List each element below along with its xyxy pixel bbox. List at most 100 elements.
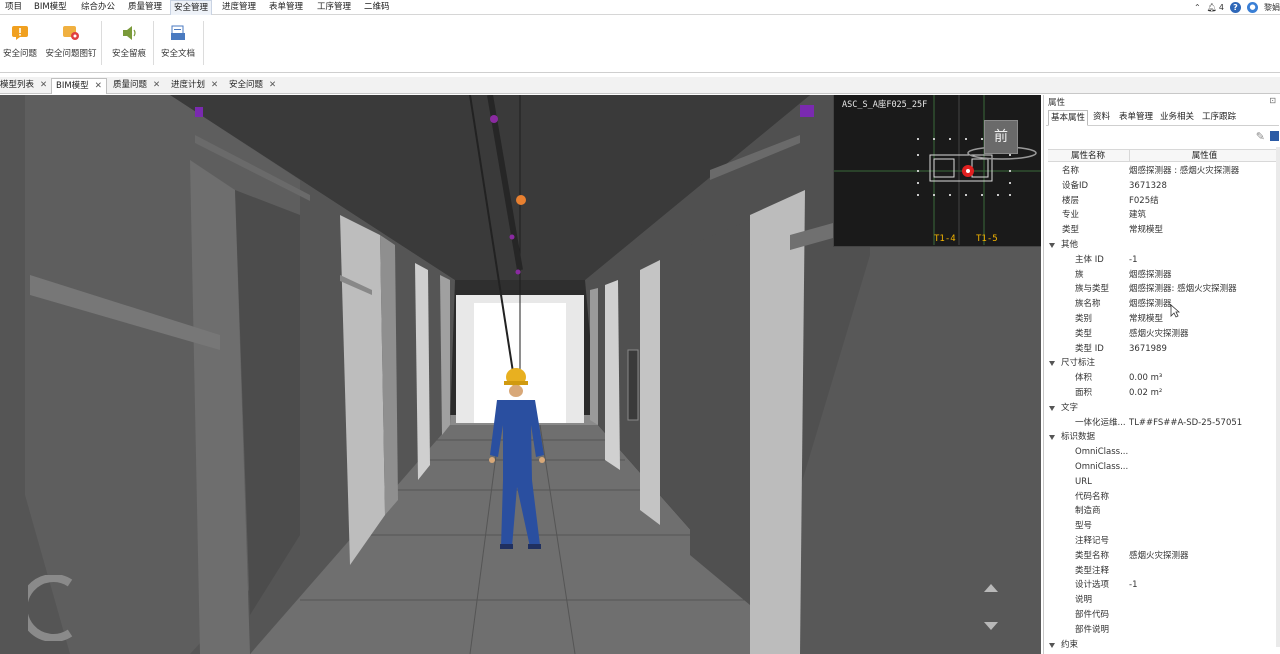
bim-3d-viewport[interactable]: ASC_S_A座F025_25F 前 T1-4 T1-5 — [0, 95, 1041, 654]
tab-model-list[interactable]: 模型列表 ✕ — [0, 78, 51, 94]
collapse-triangle-icon[interactable] — [1049, 361, 1055, 367]
tab-basic-properties[interactable]: 基本属性 — [1048, 110, 1089, 126]
ribbon-toolbar: 安全问题 安全问题图钉 安全留痕 安全文档 — [0, 15, 1280, 73]
property-row[interactable]: 名称 烟感探测器 : 感烟火灾探测器 — [1048, 164, 1279, 178]
close-icon[interactable]: ✕ — [95, 81, 102, 91]
property-row[interactable]: 制造商 — [1048, 504, 1279, 518]
property-row[interactable]: 类型名称 感烟火灾探测器 — [1048, 549, 1279, 563]
property-name: 专业 — [1062, 210, 1080, 221]
property-group[interactable]: 文字 — [1048, 401, 1279, 415]
property-row[interactable]: 类别 常规模型 — [1048, 312, 1279, 326]
property-group[interactable]: 标识数据 — [1048, 430, 1279, 444]
view-cube-icon[interactable]: 前 — [984, 120, 1018, 154]
property-value: -1 — [1129, 580, 1138, 591]
property-row[interactable]: 专业 建筑 — [1048, 208, 1279, 222]
property-row[interactable]: 楼层 F025结 — [1048, 194, 1279, 208]
property-row[interactable]: URL — [1048, 475, 1279, 489]
menu-item-project[interactable]: 项目 — [2, 0, 25, 15]
tab-progress-plan[interactable]: 进度计划 ✕ — [167, 78, 222, 94]
collapse-triangle-icon[interactable] — [1049, 243, 1055, 248]
property-row[interactable]: 族名称 烟感探测器 — [1048, 297, 1279, 311]
property-row[interactable]: 类型 感烟火灾探测器 — [1048, 327, 1279, 341]
close-icon[interactable]: ✕ — [40, 80, 47, 90]
property-row[interactable]: 面积 0.02 m² — [1048, 386, 1279, 400]
property-row[interactable]: 类型注释 — [1048, 564, 1279, 578]
property-row[interactable]: OmniClass... — [1048, 445, 1279, 459]
property-value: 烟感探测器 — [1129, 269, 1172, 280]
tab-safety-issue[interactable]: 安全问题 ✕ — [225, 78, 280, 94]
property-name: 说明 — [1075, 595, 1093, 606]
property-row[interactable]: 主体 ID -1 — [1048, 253, 1279, 267]
property-row[interactable]: 族与类型 烟感探测器: 感烟火灾探测器 — [1048, 282, 1279, 296]
safety-docs-button[interactable]: 安全文档 — [159, 21, 197, 67]
property-value: TL##FS##A-SD-25-57051 — [1129, 417, 1243, 428]
tab-quality-issue[interactable]: 质量问题 ✕ — [109, 78, 164, 94]
navigation-wheel[interactable] — [19, 574, 78, 642]
menu-item-process[interactable]: 工序管理 — [314, 0, 354, 15]
property-row[interactable]: 注释记号 — [1048, 534, 1279, 548]
tab-business[interactable]: 业务相关 — [1158, 110, 1196, 126]
bell-icon[interactable]: 🔔︎ — [1207, 3, 1217, 12]
pin-icon[interactable]: ⊡ — [1269, 96, 1276, 105]
safety-issue-button[interactable]: 安全问题 — [2, 21, 38, 67]
menu-item-safety[interactable]: 安全管理 — [170, 0, 213, 16]
property-row[interactable]: 代码名称 — [1048, 490, 1279, 504]
menu-item-forms[interactable]: 表单管理 — [266, 0, 306, 15]
property-row[interactable]: 类型 ID 3671989 — [1048, 342, 1279, 356]
collapse-triangle-icon[interactable] — [1049, 405, 1055, 411]
close-icon[interactable]: ✕ — [211, 80, 218, 90]
property-name: 部件代码 — [1075, 610, 1110, 620]
minimap-panel[interactable]: ASC_S_A座F025_25F 前 T1-4 T1-5 — [833, 95, 1041, 247]
group-label: 文字 — [1061, 402, 1079, 413]
property-group[interactable]: 尺寸标注 — [1048, 356, 1279, 370]
property-name: 代码名称 — [1075, 491, 1110, 502]
property-value: 烟感探测器 — [1129, 299, 1172, 310]
property-value: 建筑 — [1129, 210, 1147, 221]
property-row[interactable]: 部件说明 — [1048, 623, 1279, 637]
elevation-control[interactable] — [974, 574, 1008, 640]
tab-materials[interactable]: 资料 — [1091, 110, 1112, 126]
collapse-triangle-icon[interactable] — [1049, 642, 1055, 648]
safety-trace-button[interactable]: 安全留痕 — [110, 21, 148, 67]
user-name[interactable]: 黎娟 — [1264, 2, 1280, 13]
property-group[interactable]: 约束 — [1048, 638, 1279, 652]
property-group[interactable]: 其他 — [1048, 238, 1279, 252]
property-row[interactable]: 设备ID 3671328 — [1048, 179, 1279, 193]
caret-up-icon[interactable]: ⌃ — [1194, 3, 1201, 12]
property-value: 感烟火灾探测器 — [1129, 550, 1189, 561]
property-row[interactable]: 设计选项 -1 — [1048, 578, 1279, 592]
arrow-down-icon[interactable] — [984, 622, 998, 630]
arrow-up-icon[interactable] — [984, 584, 998, 592]
property-row[interactable]: 说明 — [1048, 593, 1279, 607]
menu-item-bim-model[interactable]: BIM模型 — [31, 0, 70, 15]
menu-item-office[interactable]: 综合办公 — [78, 0, 118, 15]
panel-title: 属性 — [1048, 98, 1066, 108]
scrollbar[interactable] — [1276, 147, 1280, 647]
safety-issue-pin-button[interactable]: 安全问题图钉 — [45, 21, 97, 67]
user-avatar-icon[interactable]: ● — [1247, 2, 1258, 13]
menu-item-qrcode[interactable]: 二维码 — [361, 0, 393, 15]
close-icon[interactable]: ✕ — [153, 80, 160, 90]
property-name: OmniClass... — [1075, 447, 1129, 458]
property-row[interactable]: 一体化运维... TL##FS##A-SD-25-57051 — [1048, 416, 1279, 430]
collapse-triangle-icon[interactable] — [1049, 435, 1055, 441]
menu-item-progress[interactable]: 进度管理 — [219, 0, 259, 15]
notification-count: 4 — [1218, 3, 1224, 12]
tab-form-management[interactable]: 表单管理 — [1117, 110, 1155, 126]
property-row[interactable]: 体积 0.00 m³ — [1048, 371, 1279, 385]
property-row[interactable]: 类型 常规模型 — [1048, 223, 1279, 237]
properties-tab-bar: 基本属性 资料 表单管理 业务相关 工序跟踪 — [1046, 109, 1279, 126]
edit-icon[interactable]: ✎ — [1256, 130, 1265, 143]
property-row[interactable]: 部件代码 — [1048, 608, 1279, 622]
property-row[interactable]: OmniClass... — [1048, 460, 1279, 474]
property-row[interactable]: 族 烟感探测器 — [1048, 268, 1279, 282]
export-icon[interactable] — [1270, 131, 1279, 141]
mouse-cursor-icon — [1170, 304, 1180, 318]
property-row[interactable]: 型号 — [1048, 519, 1279, 533]
help-icon[interactable]: ? — [1230, 2, 1241, 13]
close-icon[interactable]: ✕ — [269, 80, 276, 90]
tab-process-tracking[interactable]: 工序跟踪 — [1200, 110, 1238, 126]
menu-item-quality[interactable]: 质量管理 — [125, 0, 165, 15]
tab-bim-model[interactable]: BIM模型 ✕ — [51, 78, 107, 94]
group-label: 约束 — [1061, 639, 1079, 650]
